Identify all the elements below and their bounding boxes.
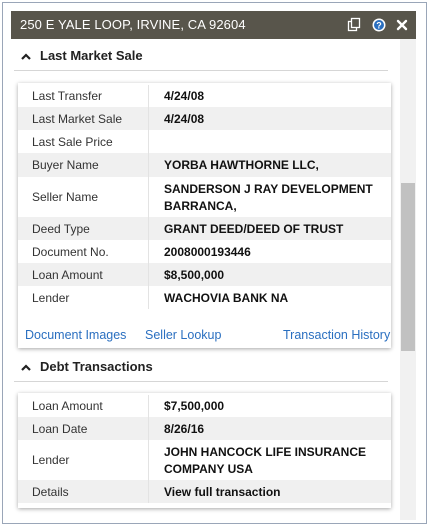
title-bar: 250 E YALE LOOP, IRVINE, CA 92604 ?	[11, 11, 416, 39]
table-row: Lender JOHN HANCOCK LIFE INSURANCE COMPA…	[18, 440, 391, 480]
section-title: Last Market Sale	[40, 48, 143, 63]
document-images-link[interactable]: Document Images	[25, 328, 126, 342]
row-value: WACHOVIA BANK NA	[164, 291, 289, 305]
row-value: YORBA HAWTHORNE LLC,	[164, 158, 319, 172]
row-label: Lender	[32, 453, 70, 467]
row-label: Last Transfer	[32, 89, 103, 103]
row-value: JOHN HANCOCK LIFE INSURANCE COMPANY USA	[164, 445, 367, 476]
table-row: Loan Amount $8,500,000	[18, 263, 391, 286]
view-full-transaction-link[interactable]: View full transaction	[164, 484, 379, 501]
document-number-link[interactable]: 2008000193446	[164, 244, 379, 261]
table-row: Lender WACHOVIA BANK NA	[18, 286, 391, 309]
close-icon[interactable]	[394, 17, 410, 33]
vertical-scrollbar[interactable]	[400, 39, 416, 520]
table-row: Loan Date 8/26/16	[18, 417, 391, 440]
svg-text:?: ?	[376, 21, 382, 31]
table-row: Last Sale Price	[18, 130, 391, 153]
row-label: Loan Amount	[32, 268, 103, 282]
row-label: Seller Name	[32, 190, 99, 204]
chevron-up-icon	[20, 361, 32, 373]
row-label: Last Sale Price	[32, 135, 113, 149]
row-value: 8/26/16	[164, 422, 205, 436]
seller-lookup-link[interactable]: Seller Lookup	[145, 328, 221, 342]
section-header-last-market-sale[interactable]: Last Market Sale	[11, 43, 400, 71]
chevron-up-icon	[20, 50, 32, 62]
row-label: Deed Type	[32, 222, 90, 236]
row-label: Loan Date	[32, 422, 88, 436]
copy-icon[interactable]	[346, 17, 362, 33]
help-icon[interactable]: ?	[371, 17, 387, 33]
row-label: Details	[32, 485, 69, 499]
table-row: Details View full transaction	[18, 480, 391, 503]
table-row: Seller Name SANDERSON J RAY DEVELOPMENT …	[18, 177, 391, 217]
row-label: Last Market Sale	[32, 112, 123, 126]
table-row: Last Market Sale 4/24/08	[18, 107, 391, 130]
row-value: $7,500,000	[164, 399, 225, 413]
scrollbar-thumb[interactable]	[401, 183, 415, 351]
row-value: $8,500,000	[164, 268, 225, 282]
table-row: Last Transfer 4/24/08	[18, 85, 391, 107]
table-row: Document No. 2008000193446	[18, 240, 391, 263]
row-value: SANDERSON J RAY DEVELOPMENT BARRANCA,	[164, 182, 373, 213]
row-value: GRANT DEED/DEED OF TRUST	[164, 222, 344, 236]
transaction-history-link[interactable]: Transaction History	[283, 328, 390, 342]
table-row: Buyer Name YORBA HAWTHORNE LLC,	[18, 153, 391, 177]
row-label: Document No.	[32, 245, 109, 259]
window-title: 250 E YALE LOOP, IRVINE, CA 92604	[20, 17, 246, 32]
table-row: Deed Type GRANT DEED/DEED OF TRUST	[18, 217, 391, 240]
section-header-debt-transactions[interactable]: Debt Transactions	[11, 354, 400, 382]
scroll-content: Last Market Sale Last Transfer 4/24/08 L…	[11, 39, 400, 520]
section-title: Debt Transactions	[40, 359, 153, 374]
row-value: 4/24/08	[164, 112, 205, 126]
row-label: Lender	[32, 291, 70, 305]
divider	[14, 381, 388, 382]
row-label: Loan Amount	[32, 399, 103, 413]
last-market-sale-panel: Last Transfer 4/24/08 Last Market Sale 4…	[18, 83, 391, 348]
divider	[14, 70, 388, 71]
table-row: Loan Amount $7,500,000	[18, 395, 391, 417]
row-value: 4/24/08	[164, 89, 205, 103]
debt-transactions-panel: Loan Amount $7,500,000 Loan Date 8/26/16…	[18, 393, 391, 508]
row-label: Buyer Name	[32, 158, 99, 172]
